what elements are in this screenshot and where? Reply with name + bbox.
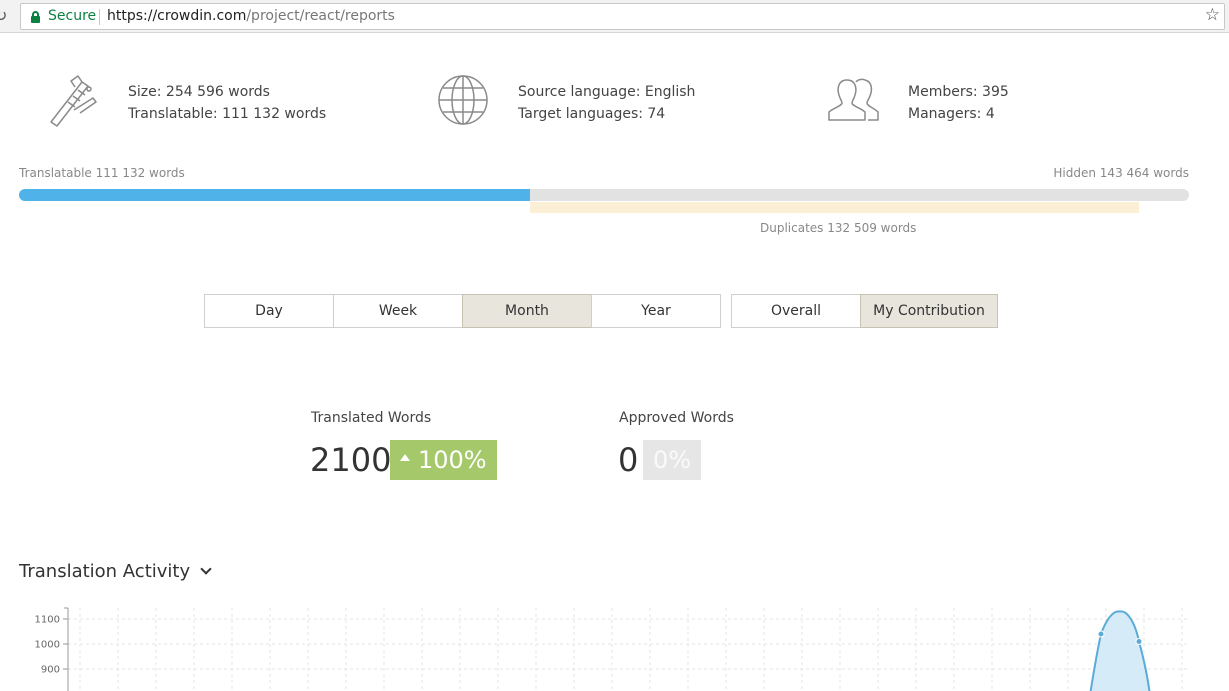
reload-icon[interactable]: ↻ bbox=[0, 6, 10, 26]
url-host: https://crowdin.com bbox=[107, 8, 247, 24]
address-separator bbox=[99, 9, 100, 25]
scope-my-contribution-label: My Contribution bbox=[873, 303, 985, 319]
period-year-label: Year bbox=[641, 303, 671, 319]
chart-area bbox=[1089, 610, 1151, 691]
scope-overall-button[interactable]: Overall bbox=[731, 294, 861, 328]
members-text: Members: 395 bbox=[908, 84, 1009, 100]
duplicates-bar bbox=[530, 202, 1139, 213]
translation-activity-title: Translation Activity bbox=[19, 561, 191, 582]
scope-overall-label: Overall bbox=[770, 303, 822, 319]
period-week-label: Week bbox=[378, 303, 418, 319]
translated-words-value: 2100 bbox=[310, 441, 392, 479]
scope-my-contribution-button[interactable]: My Contribution bbox=[860, 294, 998, 328]
chart-y-axis: 1100 1000 900 bbox=[35, 607, 69, 691]
period-week-button[interactable]: Week bbox=[333, 294, 463, 328]
translatable-words-label: Translatable 111 132 words bbox=[19, 166, 185, 180]
chevron-down-icon bbox=[200, 563, 212, 575]
target-languages-text: Target languages: 74 bbox=[518, 106, 666, 122]
globe-icon bbox=[438, 75, 488, 125]
words-progress-bar bbox=[19, 189, 1189, 201]
approved-words-label: Approved Words bbox=[619, 410, 734, 426]
approved-change-badge: 0% bbox=[643, 440, 702, 480]
translated-change-value: 100% bbox=[418, 446, 487, 474]
period-month-button[interactable]: Month bbox=[462, 294, 592, 328]
source-language-text: Source language: English bbox=[518, 84, 696, 100]
period-month-label: Month bbox=[505, 303, 549, 319]
translated-words-label: Translated Words bbox=[311, 410, 432, 426]
calipers-icon bbox=[50, 75, 97, 127]
address-bar[interactable]: Secure https://crowdin.com/project/react… bbox=[20, 3, 1225, 30]
url-path: /project/react/reports bbox=[246, 8, 395, 24]
translatable-fill bbox=[19, 189, 530, 201]
secure-label: Secure bbox=[48, 8, 97, 24]
stats-members: Members: 395 Managers: 4 bbox=[908, 81, 1009, 125]
managers-text: Managers: 4 bbox=[908, 106, 995, 122]
triangle-up-icon bbox=[400, 453, 410, 461]
duplicates-words-label: Duplicates 132 509 words bbox=[760, 221, 917, 235]
stats-languages: Source language: English Target language… bbox=[518, 81, 695, 125]
approved-words-value: 0 bbox=[618, 441, 639, 479]
chart-point bbox=[1097, 630, 1105, 638]
stats-size: Size: 254 596 words Translatable: 111 13… bbox=[128, 81, 326, 125]
browser-toolbar: ↻ Secure https://crowdin.com/project/rea… bbox=[0, 0, 1229, 33]
translation-activity-dropdown[interactable]: Translation Activity bbox=[19, 561, 212, 582]
url-text[interactable]: https://crowdin.com/project/react/report… bbox=[107, 8, 395, 24]
translation-activity-chart: 1100 1000 900 bbox=[35, 607, 1188, 691]
chart-series bbox=[1089, 610, 1151, 691]
lock-icon bbox=[31, 11, 40, 23]
chart-y-tick-label: 1000 bbox=[35, 640, 60, 651]
period-day-button[interactable]: Day bbox=[204, 294, 334, 328]
translatable-text: Translatable: 111 132 words bbox=[128, 106, 327, 122]
period-year-button[interactable]: Year bbox=[591, 294, 721, 328]
chart-point bbox=[1135, 638, 1143, 645]
chart-y-tick-label: 900 bbox=[41, 665, 60, 676]
size-text: Size: 254 596 words bbox=[128, 84, 270, 100]
approved-change-value: 0% bbox=[653, 446, 692, 474]
chart-grid bbox=[68, 608, 1188, 691]
hidden-words-label: Hidden 143 464 words bbox=[1053, 166, 1189, 180]
members-icon bbox=[828, 78, 879, 121]
period-day-label: Day bbox=[255, 303, 283, 319]
chart-y-tick-label: 1100 bbox=[35, 615, 60, 626]
translated-change-badge: 100% bbox=[390, 440, 497, 480]
star-icon[interactable]: ☆ bbox=[1205, 5, 1220, 25]
